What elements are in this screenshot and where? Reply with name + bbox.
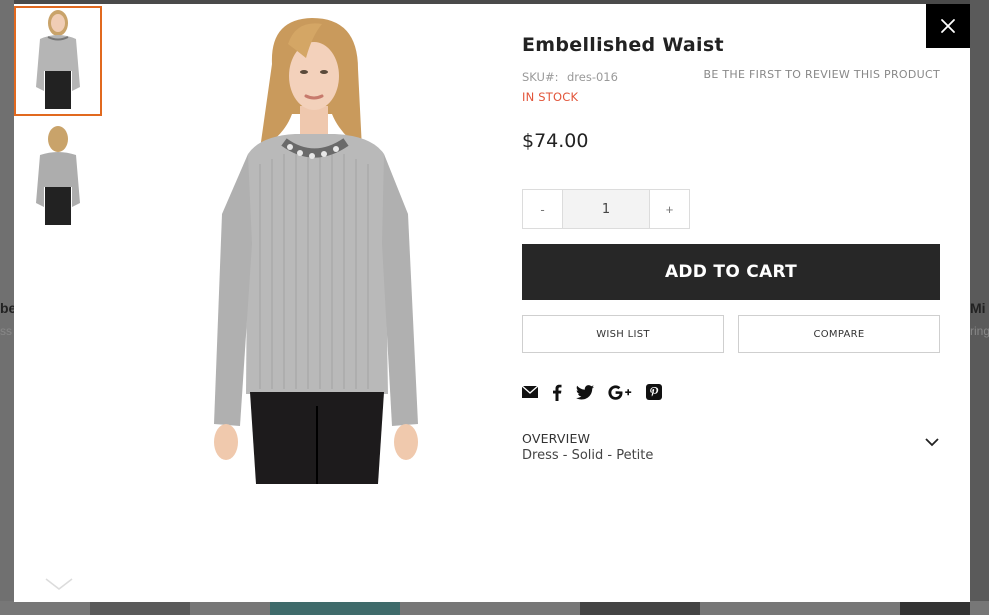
close-icon (941, 19, 955, 33)
overview-text: Dress - Solid - Petite (522, 448, 654, 463)
thumbnail-back[interactable] (14, 122, 102, 232)
add-to-cart-button[interactable]: ADD TO CART (522, 244, 940, 300)
quick-view-modal: Embellished Waist SKU#: dres-016 BE THE … (14, 4, 970, 602)
facebook-icon[interactable] (552, 384, 562, 401)
thumbnail-front-image (36, 10, 80, 109)
twitter-icon[interactable] (576, 384, 594, 400)
chevron-down-icon (45, 578, 73, 590)
background-product-title-left: be (0, 300, 14, 316)
thumbnail-front[interactable] (14, 6, 102, 116)
quantity-stepper: - + (522, 189, 690, 229)
background-bottom-strip (0, 601, 989, 615)
background-product-sub-right: ring (970, 324, 989, 338)
thumbnail-scroll-down[interactable] (44, 576, 74, 596)
envelope-icon[interactable] (522, 386, 538, 398)
google-plus-icon[interactable] (608, 384, 632, 400)
thumbnail-back-image (36, 126, 80, 225)
overview-title: OVERVIEW (522, 431, 591, 446)
product-title: Embellished Waist (522, 34, 724, 56)
background-product-sub-left: ss (0, 324, 12, 338)
product-meta: SKU#: dres-016 BE THE FIRST TO REVIEW TH… (522, 68, 940, 86)
product-price: $74.00 (522, 130, 589, 152)
review-link[interactable]: BE THE FIRST TO REVIEW THIS PRODUCT (704, 68, 940, 81)
sku-label: SKU#: (522, 70, 559, 84)
quantity-decrement-button[interactable]: - (523, 190, 562, 228)
main-product-image (200, 14, 444, 484)
background-product-title-right: Mi (970, 300, 986, 316)
overview-toggle[interactable] (924, 435, 940, 447)
compare-button[interactable]: COMPARE (738, 315, 940, 353)
quantity-increment-button[interactable]: + (650, 190, 689, 228)
overview-section: OVERVIEW Dress - Solid - Petite (522, 431, 940, 463)
product-details: Embellished Waist SKU#: dres-016 BE THE … (522, 34, 940, 463)
stock-status: IN STOCK (522, 90, 579, 104)
quantity-input[interactable] (562, 190, 650, 228)
pinterest-icon[interactable] (646, 384, 662, 400)
sku-value: dres-016 (567, 70, 618, 84)
social-share (522, 383, 940, 401)
secondary-actions: WISH LIST COMPARE (522, 315, 940, 353)
wish-list-button[interactable]: WISH LIST (522, 315, 724, 353)
chevron-down-icon (925, 438, 939, 447)
